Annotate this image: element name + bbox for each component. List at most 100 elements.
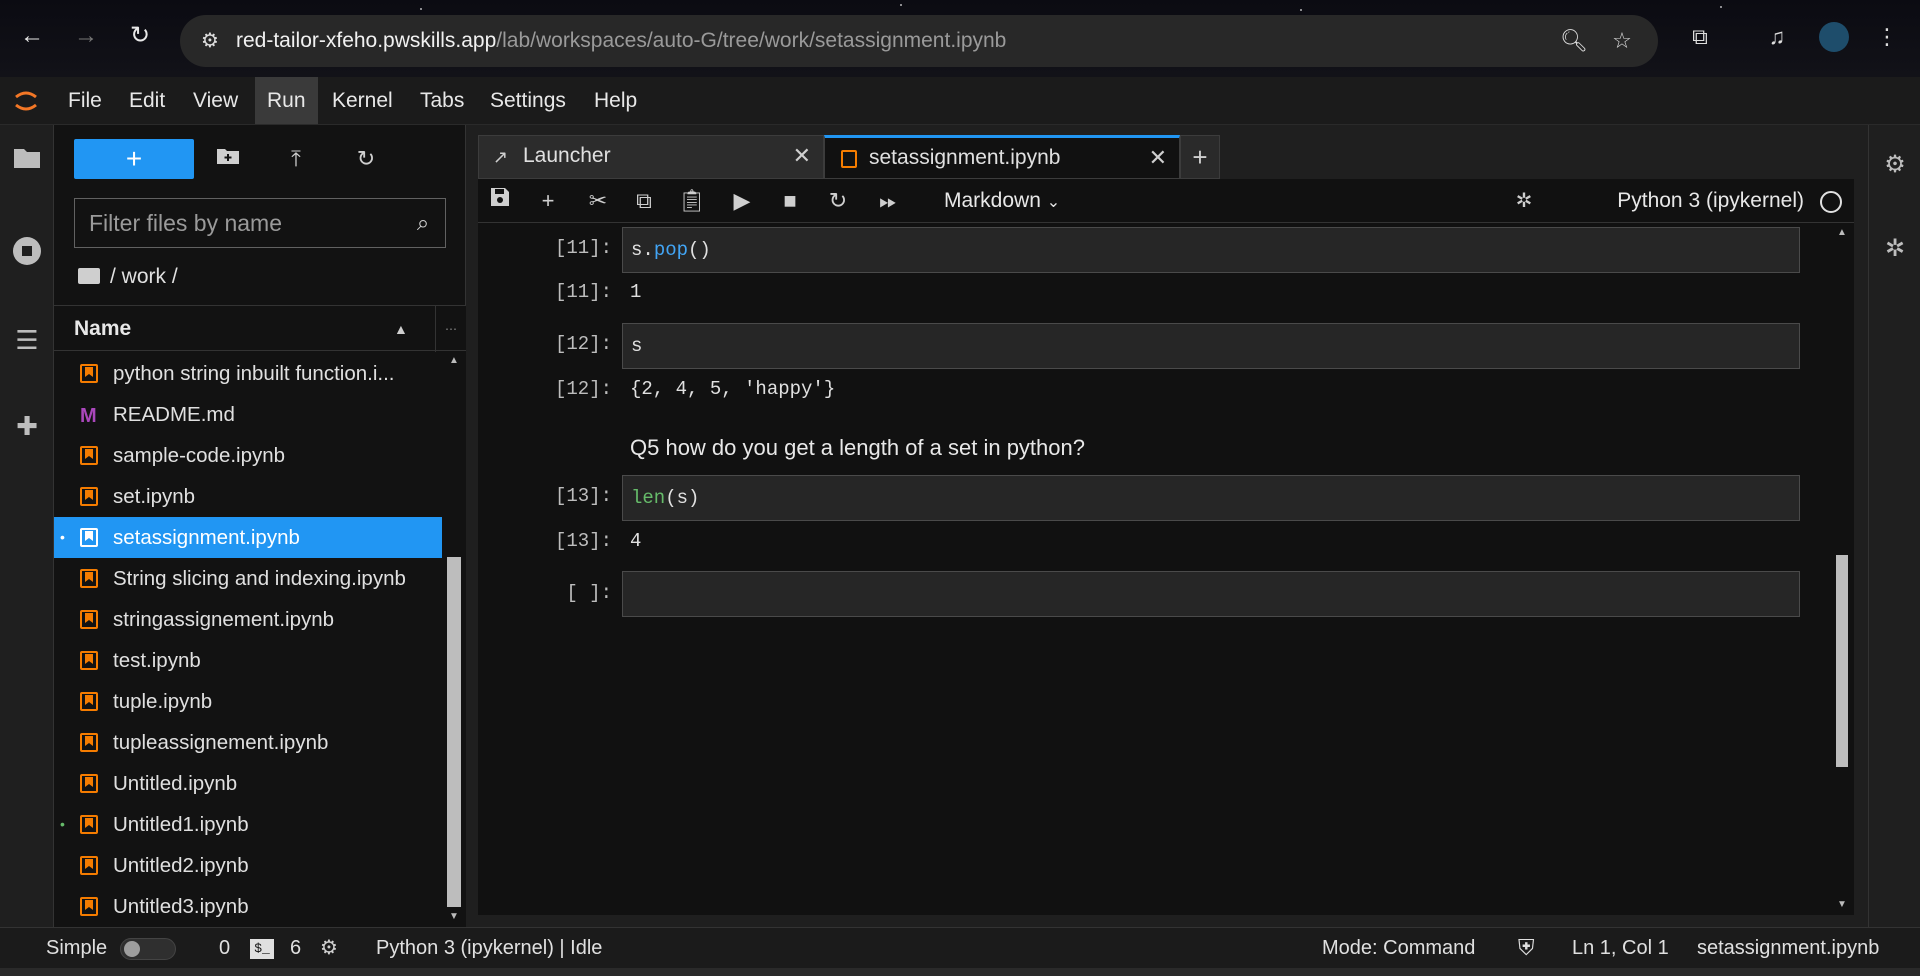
terminal-icon[interactable]: $_ [250, 939, 274, 959]
file-name: Untitled3.ipynb [113, 895, 249, 918]
file-list-item[interactable]: Untitled.ipynb [54, 763, 442, 804]
reload-icon[interactable]: ↻ [126, 22, 154, 50]
refresh-icon[interactable]: ↻ [350, 143, 382, 175]
new-folder-icon[interactable] [212, 143, 244, 175]
file-list-item[interactable]: M README.md [54, 394, 442, 435]
new-launcher-button[interactable]: + [74, 139, 194, 179]
url-path: /lab/workspaces/auto-G/tree/work/setassi… [496, 29, 1007, 52]
menu-kernel[interactable]: Kernel [320, 77, 405, 124]
close-icon[interactable]: ✕ [793, 136, 811, 176]
notebook-file-icon [80, 651, 98, 670]
filter-files-input[interactable] [75, 199, 405, 247]
site-info-icon[interactable]: ⚙ [196, 27, 224, 55]
save-icon[interactable] [484, 185, 516, 217]
address-bar[interactable]: ⚙ red-tailor-xfeho.pwskills.app/lab/work… [180, 15, 1658, 67]
modified-dot-indicator: • [60, 529, 65, 545]
file-list-item[interactable]: tuple.ipynb [54, 681, 442, 722]
media-control-icon[interactable]: ♫ [1762, 22, 1792, 52]
back-arrow-icon[interactable]: ← [18, 22, 46, 50]
debugger-icon[interactable]: ✲ [1508, 185, 1540, 217]
kernel-status[interactable]: Python 3 (ipykernel) | Idle [376, 928, 602, 968]
add-tab-button[interactable]: + [1180, 135, 1220, 179]
tab-setassignment[interactable]: setassignment.ipynb ✕ [824, 135, 1180, 179]
forward-arrow-icon[interactable]: → [72, 22, 100, 50]
tab-launcher[interactable]: ↗ Launcher ✕ [478, 135, 824, 179]
insert-cell-icon[interactable]: + [532, 185, 564, 217]
taskbar-strip [0, 968, 1920, 976]
upload-icon[interactable]: ⤒ [280, 143, 312, 175]
column-resize-handle[interactable]: ⋯ [435, 306, 466, 352]
file-list-item[interactable]: • setassignment.ipynb [54, 517, 442, 558]
url-text[interactable]: red-tailor-xfeho.pwskills.app/lab/worksp… [236, 29, 1006, 53]
shield-icon[interactable]: ⛨ [1518, 928, 1535, 968]
file-list-item[interactable]: python string inbuilt function.i... [54, 353, 442, 394]
profile-avatar-icon[interactable] [1819, 22, 1849, 52]
menu-tabs[interactable]: Tabs [408, 77, 476, 124]
table-of-contents-icon[interactable]: ☰ [10, 323, 44, 357]
kernel-name[interactable]: Python 3 (ipykernel) [1617, 179, 1804, 223]
output-prompt: [13]: [554, 530, 612, 552]
menu-settings[interactable]: Settings [478, 77, 578, 124]
notebook-file-icon [80, 487, 98, 506]
terminal-count[interactable]: 6 [290, 928, 301, 968]
running-kernels-icon[interactable] [10, 235, 44, 269]
restart-icon[interactable]: ↻ [822, 185, 854, 217]
cell-output: {2, 4, 5, 'happy'} [630, 378, 836, 400]
extensions-icon[interactable]: ⧉ [1685, 22, 1715, 52]
scroll-down-icon[interactable]: ▼ [448, 911, 460, 923]
zoom-icon[interactable]: 🔍︎ [1560, 27, 1588, 55]
menu-run[interactable]: Run [255, 77, 318, 124]
file-list-item[interactable]: Untitled2.ipynb [54, 845, 442, 886]
file-list-item[interactable]: stringassignement.ipynb [54, 599, 442, 640]
menu-edit[interactable]: Edit [117, 77, 177, 124]
extensions-puzzle-icon[interactable]: ✚ [10, 409, 44, 443]
file-list-scrollbar[interactable]: ▲ ▼ [442, 351, 466, 927]
name-column-header[interactable]: Name [74, 306, 131, 352]
file-list-item[interactable]: • Untitled1.ipynb [54, 804, 442, 845]
copy-icon[interactable]: ⧉ [628, 185, 660, 217]
debugger-bug-icon[interactable]: ✲ [1879, 233, 1911, 265]
property-inspector-gear-icon[interactable]: ⚙ [1879, 149, 1911, 181]
file-list-item[interactable]: tupleassignement.ipynb [54, 722, 442, 763]
markdown-cell[interactable]: Q5 how do you get a length of a set in p… [630, 435, 1085, 461]
folder-icon[interactable] [10, 145, 44, 179]
scrollbar-thumb[interactable] [1836, 555, 1848, 767]
notebook-file-icon [80, 815, 98, 834]
scroll-down-icon[interactable]: ▼ [1836, 899, 1848, 910]
kebab-menu-icon[interactable]: ⋮ [1872, 22, 1902, 52]
notebook-file-icon [80, 528, 98, 547]
input-prompt: [ ]: [566, 582, 612, 604]
bookmark-star-icon[interactable]: ☆ [1608, 27, 1636, 55]
menu-help[interactable]: Help [582, 77, 649, 124]
scroll-up-icon[interactable]: ▲ [1836, 227, 1848, 238]
paste-icon[interactable]: 📋︎ [676, 185, 708, 217]
scroll-up-icon[interactable]: ▲ [448, 355, 460, 367]
code-cell-editor[interactable]: s.pop() [622, 227, 1800, 273]
fast-forward-icon[interactable]: ⏩︎ [872, 185, 904, 217]
sort-ascending-icon[interactable]: ▲ [394, 306, 408, 352]
file-list-item[interactable]: test.ipynb [54, 640, 442, 681]
menu-view[interactable]: View [181, 77, 250, 124]
file-list-item[interactable]: Untitled3.ipynb [54, 886, 442, 927]
breadcrumb[interactable]: / work / [78, 261, 178, 293]
notebook-file-icon [80, 692, 98, 711]
file-list-item[interactable]: sample-code.ipynb [54, 435, 442, 476]
run-icon[interactable]: ▶ [726, 185, 758, 217]
cursor-position[interactable]: Ln 1, Col 1 [1572, 928, 1669, 968]
file-list-item[interactable]: set.ipynb [54, 476, 442, 517]
cut-icon[interactable]: ✂ [582, 185, 614, 217]
cell-type-select[interactable]: Markdown ⌄ [944, 179, 1060, 223]
simple-mode-toggle[interactable] [120, 938, 176, 960]
scrollbar-thumb[interactable] [447, 557, 461, 907]
code-cell-editor[interactable]: s [622, 323, 1800, 369]
menu-file[interactable]: File [56, 77, 114, 124]
stop-icon[interactable]: ■ [774, 185, 806, 217]
notebook-scrollbar[interactable]: ▲ ▼ [1830, 223, 1854, 915]
notebook-file-icon [80, 569, 98, 588]
code-cell-editor[interactable]: len(s) [622, 475, 1800, 521]
url-host: red-tailor-xfeho.pwskills.app [236, 29, 497, 52]
kernel-count[interactable]: 0 [219, 928, 230, 968]
empty-code-cell-editor[interactable] [622, 571, 1800, 617]
file-list-item[interactable]: String slicing and indexing.ipynb [54, 558, 442, 599]
close-icon[interactable]: ✕ [1149, 138, 1167, 178]
